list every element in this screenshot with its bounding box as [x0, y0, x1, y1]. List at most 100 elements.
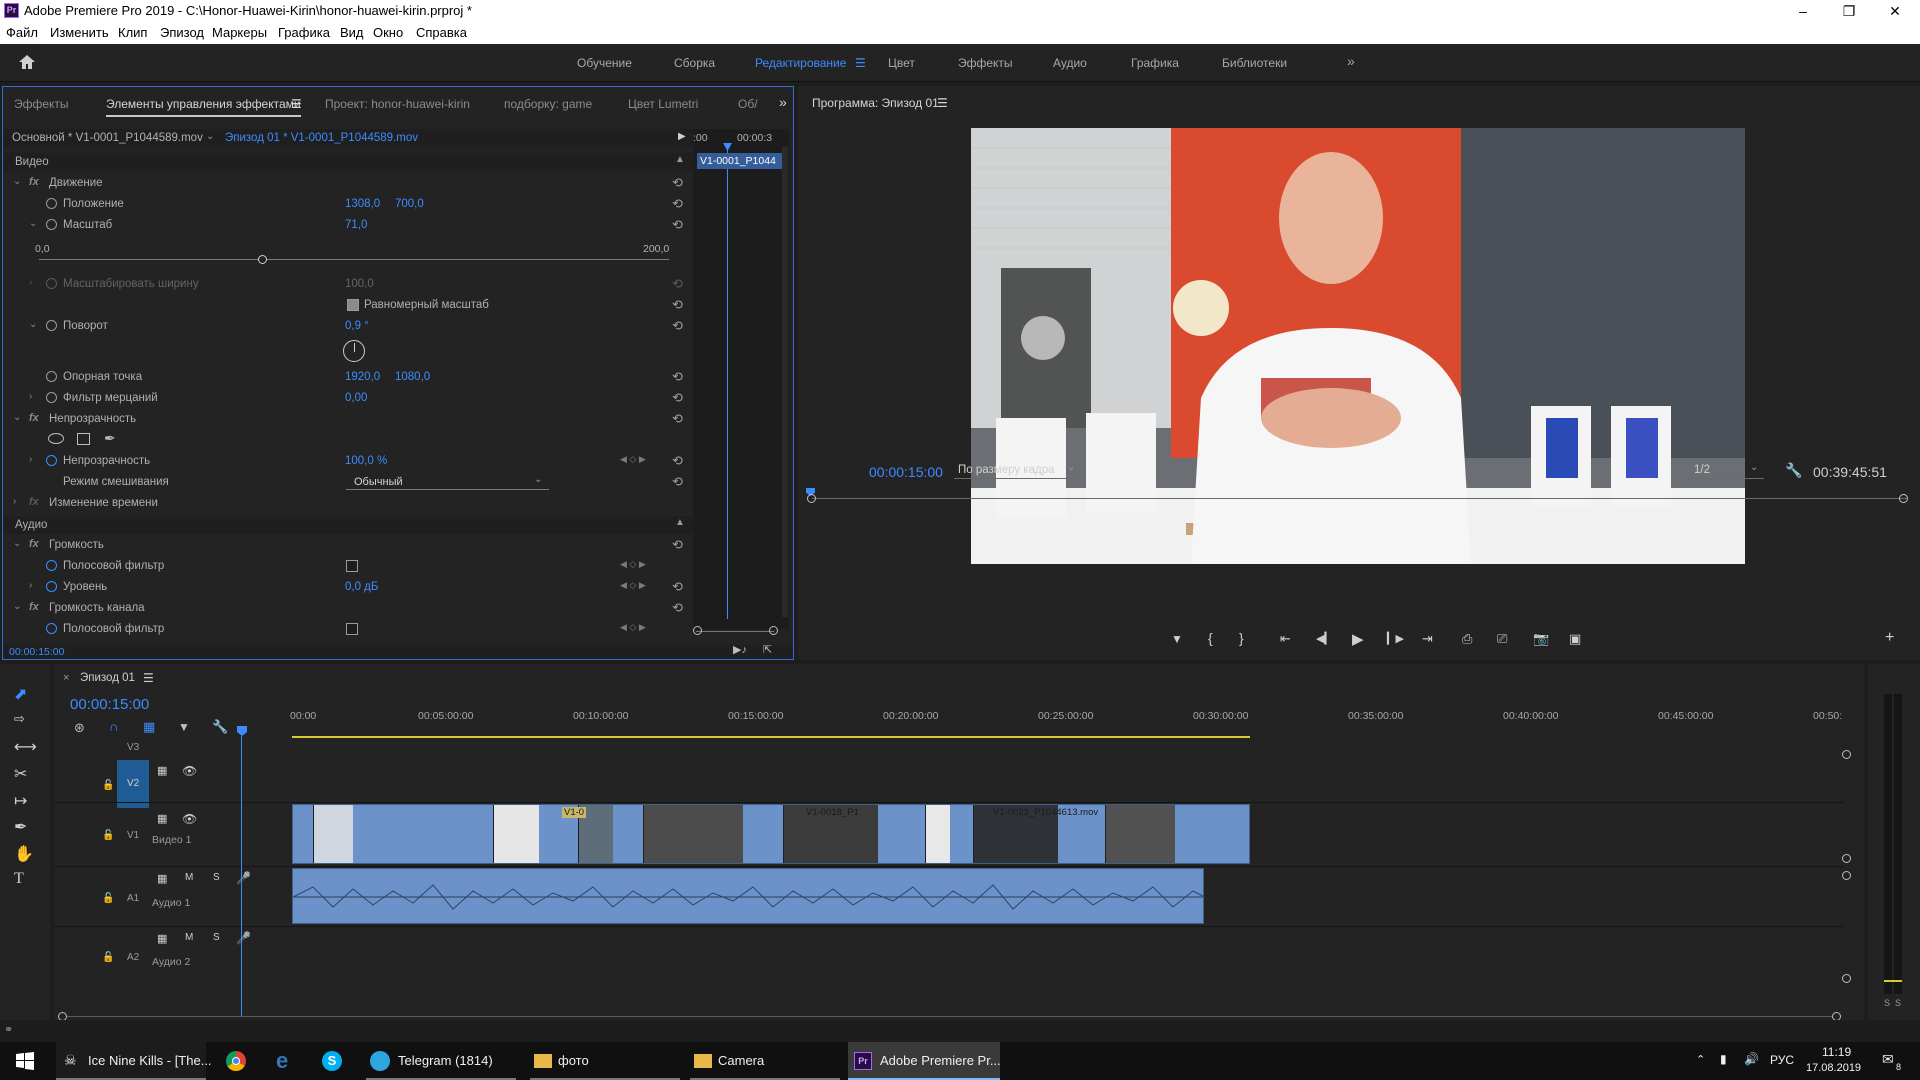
tab-menu-icon[interactable]: ☰ — [291, 97, 302, 111]
track-v1-label[interactable]: V1 — [127, 830, 139, 841]
chevron-right-icon[interactable]: › — [13, 496, 16, 507]
taskbar-item-telegram[interactable]: Telegram (1814) — [366, 1042, 516, 1080]
solo-button[interactable]: S — [213, 932, 220, 943]
vertical-zoom-icon[interactable] — [1842, 974, 1851, 983]
fx-icon[interactable]: fx — [29, 176, 39, 188]
workspace-effects[interactable]: Эффекты — [958, 56, 1013, 70]
nest-icon[interactable]: ⊛ — [74, 720, 85, 736]
keyframe-nav-icon[interactable]: ◀ ◇ ▶ — [620, 622, 646, 633]
workspace-graphics[interactable]: Графика — [1131, 56, 1179, 70]
stopwatch-icon[interactable] — [46, 581, 57, 592]
timeline-tab[interactable]: Эпизод 01 — [80, 672, 135, 684]
menu-file[interactable]: Файл — [6, 25, 38, 40]
audio-clip-group[interactable] — [292, 868, 1205, 924]
workspace-audio[interactable]: Аудио — [1053, 56, 1087, 70]
scale-value[interactable]: 71,0 — [345, 219, 367, 231]
home-icon[interactable] — [18, 54, 36, 70]
tray-chevron-icon[interactable]: ⌃ — [1696, 1053, 1705, 1066]
keyframe-nav-icon[interactable]: ◀ ◇ ▶ — [620, 580, 646, 591]
opacity-value[interactable]: 100,0 % — [345, 455, 387, 467]
rotation-value[interactable]: 0,9 ° — [345, 320, 369, 332]
maximize-button[interactable]: ❐ — [1826, 0, 1872, 22]
menu-clip[interactable]: Клип — [118, 25, 147, 40]
minimize-button[interactable]: – — [1780, 0, 1826, 22]
mini-zoom-handle-left[interactable] — [693, 626, 702, 635]
program-monitor-title[interactable]: Программа: Эпизод 01 — [812, 96, 939, 110]
sequence-clip-label[interactable]: Эпизод 01 * V1-0001_P1044589.mov — [225, 132, 418, 144]
chevron-down-icon[interactable]: ⌄ — [13, 601, 21, 612]
stopwatch-icon[interactable] — [46, 371, 57, 382]
lock-icon[interactable]: 🔓 — [102, 830, 114, 841]
menu-markers[interactable]: Маркеры — [212, 25, 267, 40]
reset-icon[interactable]: ⟲ — [672, 600, 683, 616]
stopwatch-icon[interactable] — [46, 560, 57, 571]
taskbar-item-folder-camera[interactable]: Camera — [690, 1042, 840, 1080]
go-to-in-icon[interactable]: ⇤ — [1280, 631, 1291, 647]
track-a1-label[interactable]: A1 — [127, 893, 139, 904]
volume-icon[interactable]: 🔊 — [1744, 1052, 1759, 1066]
toggle-sync-icon[interactable]: ▦ — [157, 812, 167, 825]
toggle-sync-icon[interactable]: ▦ — [157, 764, 167, 777]
reset-icon[interactable]: ⟲ — [672, 297, 683, 313]
tab-project[interactable]: Проект: honor-huawei-kirin — [325, 97, 470, 111]
mini-zoom-handle-right[interactable] — [769, 626, 778, 635]
scale-slider-handle[interactable] — [258, 255, 267, 264]
notification-icon[interactable]: ✉ — [1882, 1051, 1894, 1068]
lock-icon[interactable]: 🔓 — [102, 893, 114, 904]
stopwatch-icon[interactable] — [46, 455, 57, 466]
reset-icon[interactable]: ⟲ — [672, 318, 683, 334]
filter-icon[interactable]: ▶♪ — [733, 643, 747, 656]
stopwatch-icon[interactable] — [46, 392, 57, 403]
lock-icon[interactable]: 🔓 — [102, 952, 114, 963]
level-value[interactable]: 0,0 дБ — [345, 581, 378, 593]
stopwatch-icon[interactable] — [46, 219, 57, 230]
taskbar-skype[interactable]: S — [318, 1042, 358, 1080]
reset-icon[interactable]: ⟲ — [672, 196, 683, 212]
microphone-icon[interactable]: 🎤 — [236, 871, 251, 885]
add-marker-icon[interactable]: ▼ — [178, 720, 190, 734]
stopwatch-icon[interactable] — [46, 623, 57, 634]
fit-select[interactable]: По размеру кадра ⌄ — [954, 462, 1084, 479]
reset-icon[interactable]: ⟲ — [672, 390, 683, 406]
chevron-right-icon[interactable]: › — [29, 580, 32, 591]
step-forward-icon[interactable]: ▎▶ — [1387, 632, 1404, 645]
mute-button[interactable]: M — [185, 872, 193, 883]
flicker-value[interactable]: 0,00 — [345, 392, 367, 404]
go-to-out-icon[interactable]: ⇥ — [1422, 631, 1433, 647]
fx-icon[interactable]: fx — [29, 412, 39, 424]
pen-mask-icon[interactable]: ✒ — [104, 430, 116, 447]
more-tabs-icon[interactable]: » — [779, 94, 787, 110]
reset-icon[interactable]: ⟲ — [672, 217, 683, 233]
eye-icon[interactable]: 👁 — [182, 812, 197, 826]
taskbar-edge[interactable]: e — [270, 1042, 310, 1080]
snap-icon[interactable]: ∩ — [109, 719, 118, 734]
razor-tool-icon[interactable]: ✂ — [14, 764, 27, 784]
taskbar-item-premiere[interactable]: Pr Adobe Premiere Pr... — [848, 1042, 1001, 1080]
tab-effects[interactable]: Эффекты — [14, 97, 69, 111]
language-indicator[interactable]: РУС — [1770, 1053, 1794, 1067]
bypass2-checkbox[interactable] — [346, 623, 358, 635]
vertical-zoom-icon[interactable] — [1842, 750, 1851, 759]
chevron-up-icon[interactable]: ▲ — [675, 154, 685, 165]
play-clip-icon[interactable]: ▶ — [678, 131, 686, 142]
chevron-right-icon[interactable]: › — [29, 454, 32, 465]
track-select-tool-icon[interactable]: ⇨ — [14, 711, 25, 727]
tab-bin[interactable]: подборку: game — [504, 97, 592, 111]
reset-icon[interactable]: ⟲ — [672, 369, 683, 385]
vertical-zoom-icon[interactable] — [1842, 871, 1851, 880]
program-timecode[interactable]: 00:00:15:00 — [869, 464, 943, 480]
mini-zoom-track[interactable] — [696, 631, 774, 632]
fx-icon[interactable]: fx — [29, 601, 39, 613]
mark-in-icon[interactable]: { — [1208, 630, 1213, 646]
workspace-learning[interactable]: Обучение — [577, 56, 632, 70]
timeline-scrollbar[interactable] — [67, 1016, 1832, 1017]
clock-time[interactable]: 11:19 — [1822, 1045, 1851, 1059]
monitor-menu-icon[interactable]: ☰ — [937, 96, 948, 110]
tab-lumetri-color[interactable]: Цвет Lumetri — [628, 97, 698, 111]
position-x-value[interactable]: 1308,0 — [345, 198, 380, 210]
hand-tool-icon[interactable]: ✋ — [14, 844, 34, 864]
timeline-menu-icon[interactable]: ☰ — [143, 671, 154, 685]
reset-icon[interactable]: ⟲ — [672, 579, 683, 595]
zoom-handle-left[interactable] — [807, 494, 816, 503]
pen-tool-icon[interactable]: ✒ — [14, 817, 27, 837]
